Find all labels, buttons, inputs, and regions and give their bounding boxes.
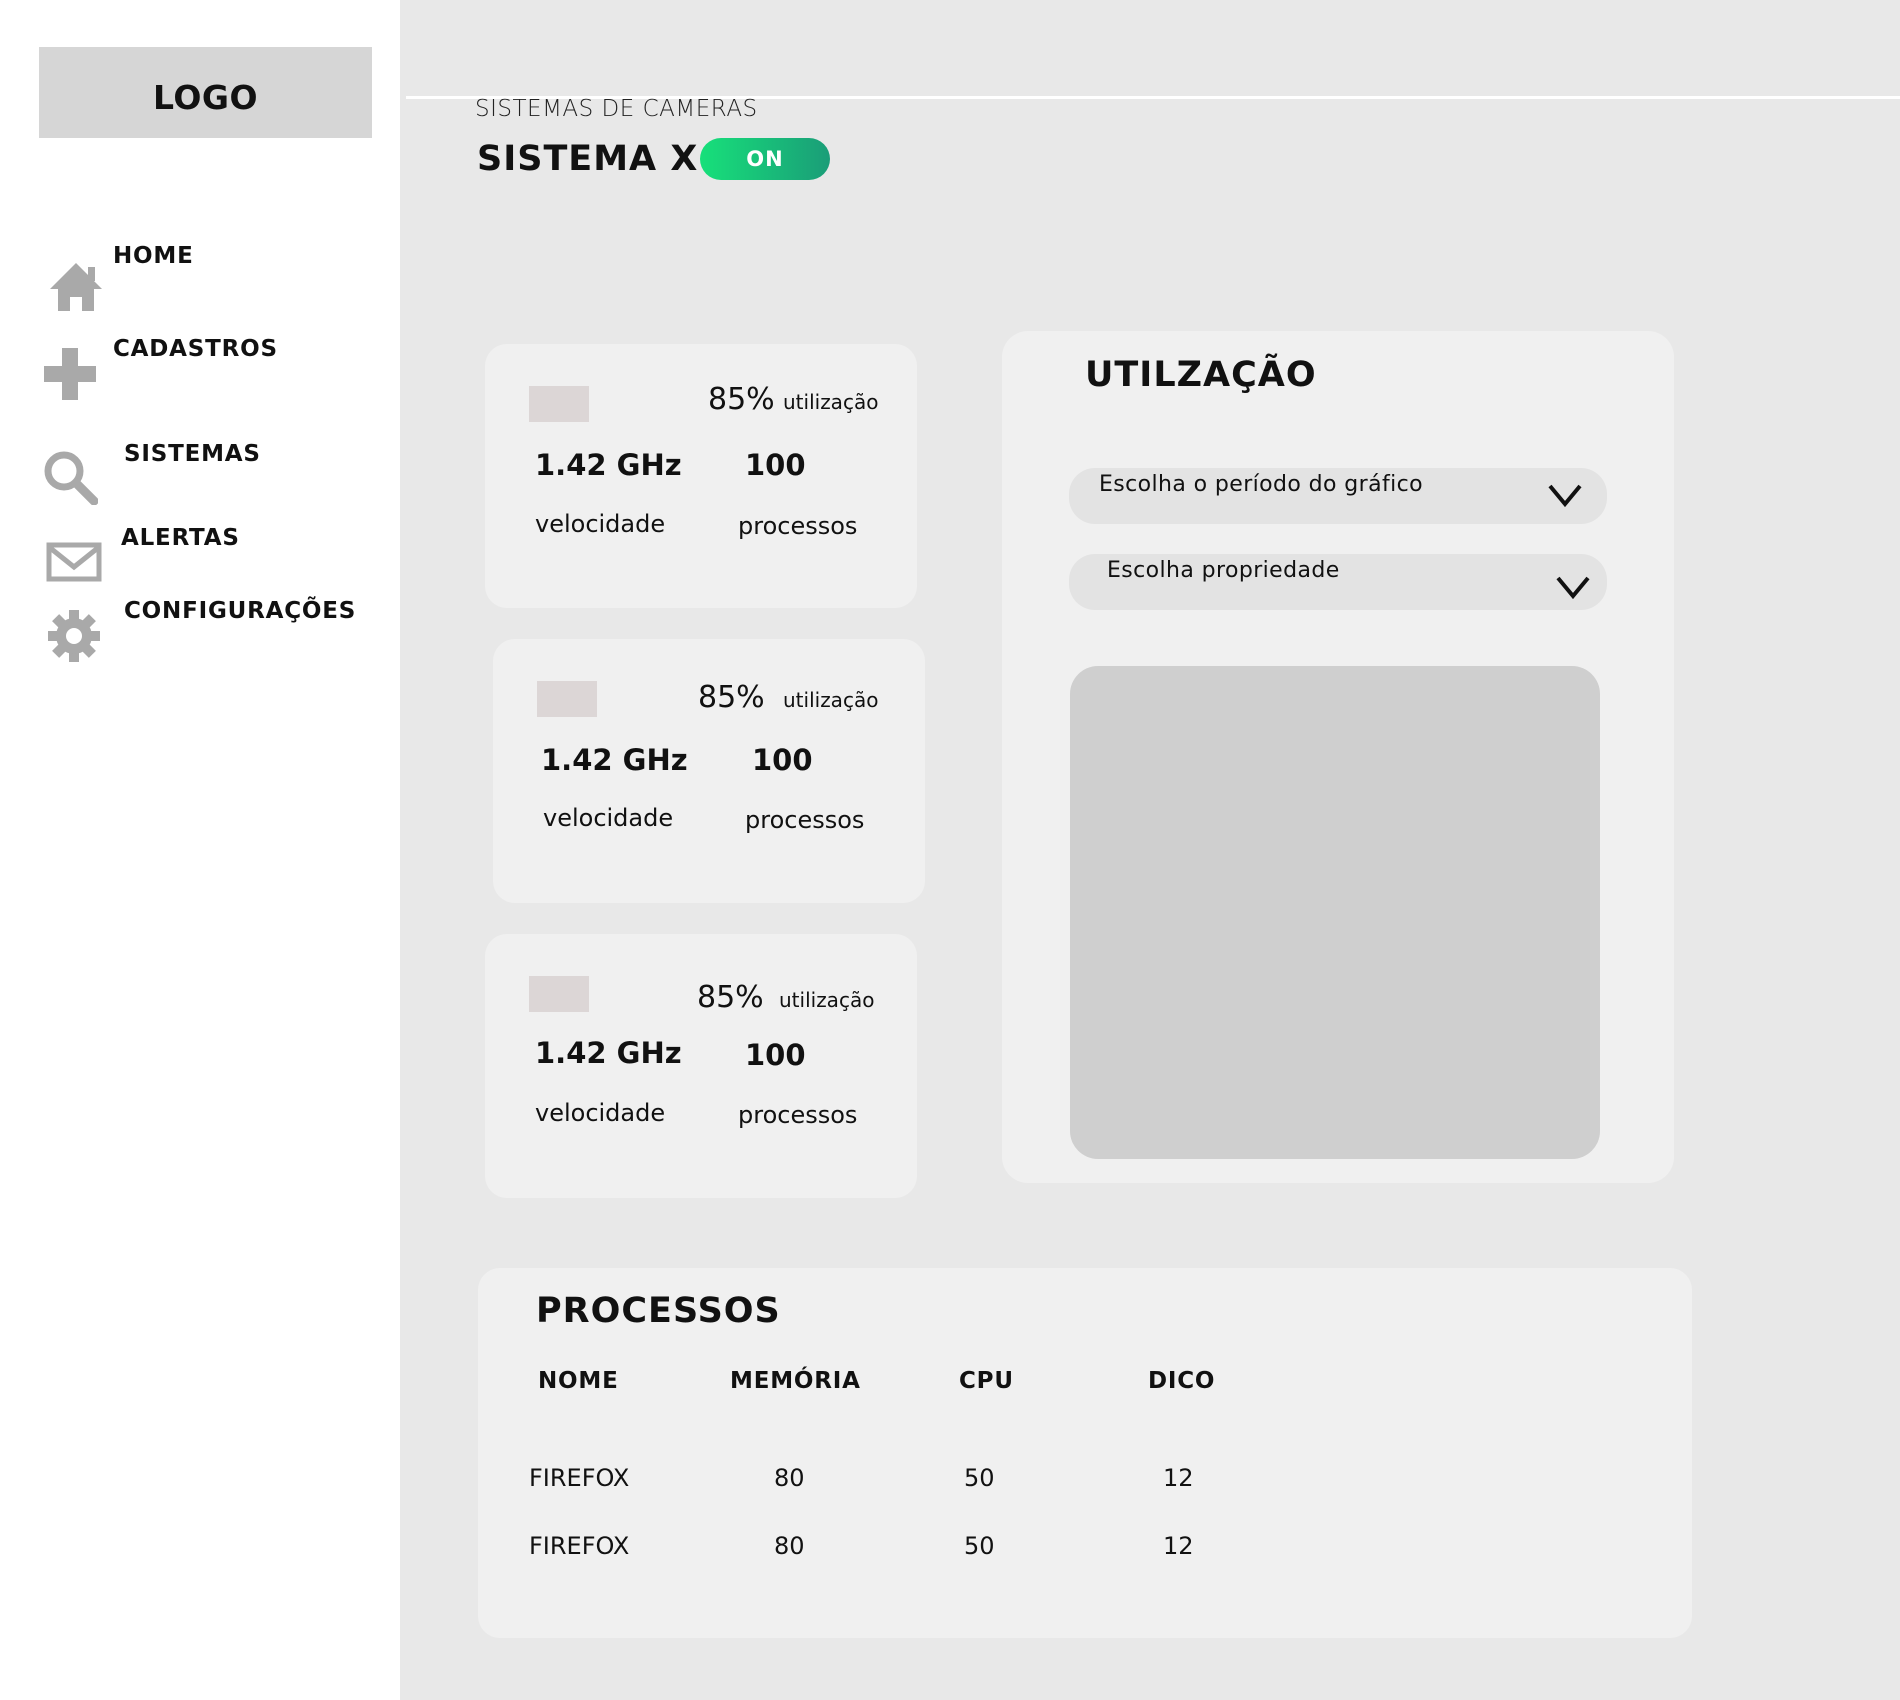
- property-select[interactable]: Escolha propriedade: [1069, 554, 1607, 610]
- chevron-down-icon: [1556, 576, 1590, 600]
- utilization-label: utilização: [783, 688, 879, 712]
- speed-label: velocidade: [543, 804, 674, 832]
- column-header-memoria: MEMÓRIA: [730, 1368, 861, 1394]
- speed-value: 1.42 GHz: [541, 743, 688, 777]
- sidebar-item-label: HOME: [113, 243, 194, 269]
- search-icon: [44, 451, 98, 505]
- column-header-dico: DICO: [1148, 1368, 1216, 1394]
- utilization-value: 85%: [698, 680, 765, 715]
- sidebar-item-alertas[interactable]: ALERTAS: [0, 519, 400, 589]
- speed-label: velocidade: [535, 510, 666, 538]
- period-select-label: Escolha o período do gráfico: [1099, 472, 1423, 497]
- stat-card: 85% utilização 1.42 GHz 100 velocidade p…: [485, 344, 917, 608]
- table-cell-nome: FIREFOX: [529, 1464, 630, 1492]
- stat-card: 85% utilização 1.42 GHz 100 velocidade p…: [493, 639, 925, 903]
- status-toggle-label: ON: [746, 147, 784, 171]
- processes-title: PROCESSOS: [536, 1291, 781, 1331]
- stat-card: 85% utilização 1.42 GHz 100 velocidade p…: [485, 934, 917, 1198]
- color-swatch: [529, 386, 589, 422]
- utilization-value: 85%: [708, 382, 775, 417]
- processes-label: processos: [745, 806, 865, 834]
- utilization-title: UTILZAÇÃO: [1085, 355, 1317, 395]
- home-icon: [50, 263, 102, 311]
- table-cell-nome: FIREFOX: [529, 1532, 630, 1560]
- utilization-label: utilização: [783, 390, 879, 414]
- table-cell-memoria: 80: [774, 1464, 805, 1492]
- property-select-label: Escolha propriedade: [1107, 558, 1340, 583]
- sidebar-item-label: CONFIGURAÇÕES: [124, 598, 357, 624]
- table-cell-dico: 12: [1163, 1464, 1194, 1492]
- sidebar-item-cadastros[interactable]: CADASTROS: [0, 330, 400, 400]
- sidebar: LOGO HOME CADASTROS SISTEMAS ALERTAS CON…: [0, 0, 400, 1700]
- table-cell-cpu: 50: [964, 1464, 995, 1492]
- column-header-nome: NOME: [538, 1368, 619, 1394]
- gear-icon: [48, 610, 100, 662]
- color-swatch: [529, 976, 589, 1012]
- sidebar-item-label: CADASTROS: [113, 336, 278, 362]
- speed-value: 1.42 GHz: [535, 448, 682, 482]
- color-swatch: [537, 681, 597, 717]
- sidebar-item-sistemas[interactable]: SISTEMAS: [0, 435, 400, 505]
- plus-icon: [44, 348, 96, 400]
- breadcrumb[interactable]: SISTEMAS DE CAMERAS: [475, 96, 758, 122]
- sidebar-item-configuracoes[interactable]: CONFIGURAÇÕES: [0, 596, 400, 666]
- utilization-value: 85%: [697, 980, 764, 1015]
- sidebar-item-home[interactable]: HOME: [0, 235, 400, 311]
- processes-value: 100: [752, 743, 813, 777]
- table-cell-dico: 12: [1163, 1532, 1194, 1560]
- chart-placeholder: [1070, 666, 1600, 1159]
- table-cell-memoria: 80: [774, 1532, 805, 1560]
- status-toggle[interactable]: ON: [700, 138, 830, 180]
- period-select[interactable]: Escolha o período do gráfico: [1069, 468, 1607, 524]
- chevron-down-icon: [1548, 484, 1582, 508]
- mail-icon: [46, 542, 102, 582]
- sidebar-item-label: SISTEMAS: [124, 441, 261, 467]
- processes-value: 100: [745, 1038, 806, 1072]
- sidebar-item-label: ALERTAS: [121, 525, 240, 551]
- utilization-label: utilização: [779, 988, 875, 1012]
- processes-label: processos: [738, 1101, 858, 1129]
- page-title: SISTEMA X: [477, 139, 699, 179]
- speed-value: 1.42 GHz: [535, 1036, 682, 1070]
- table-cell-cpu: 50: [964, 1532, 995, 1560]
- processes-value: 100: [745, 448, 806, 482]
- speed-label: velocidade: [535, 1099, 666, 1127]
- column-header-cpu: CPU: [959, 1368, 1014, 1394]
- processes-label: processos: [738, 512, 858, 540]
- logo[interactable]: LOGO: [39, 47, 372, 138]
- logo-text: LOGO: [152, 78, 259, 117]
